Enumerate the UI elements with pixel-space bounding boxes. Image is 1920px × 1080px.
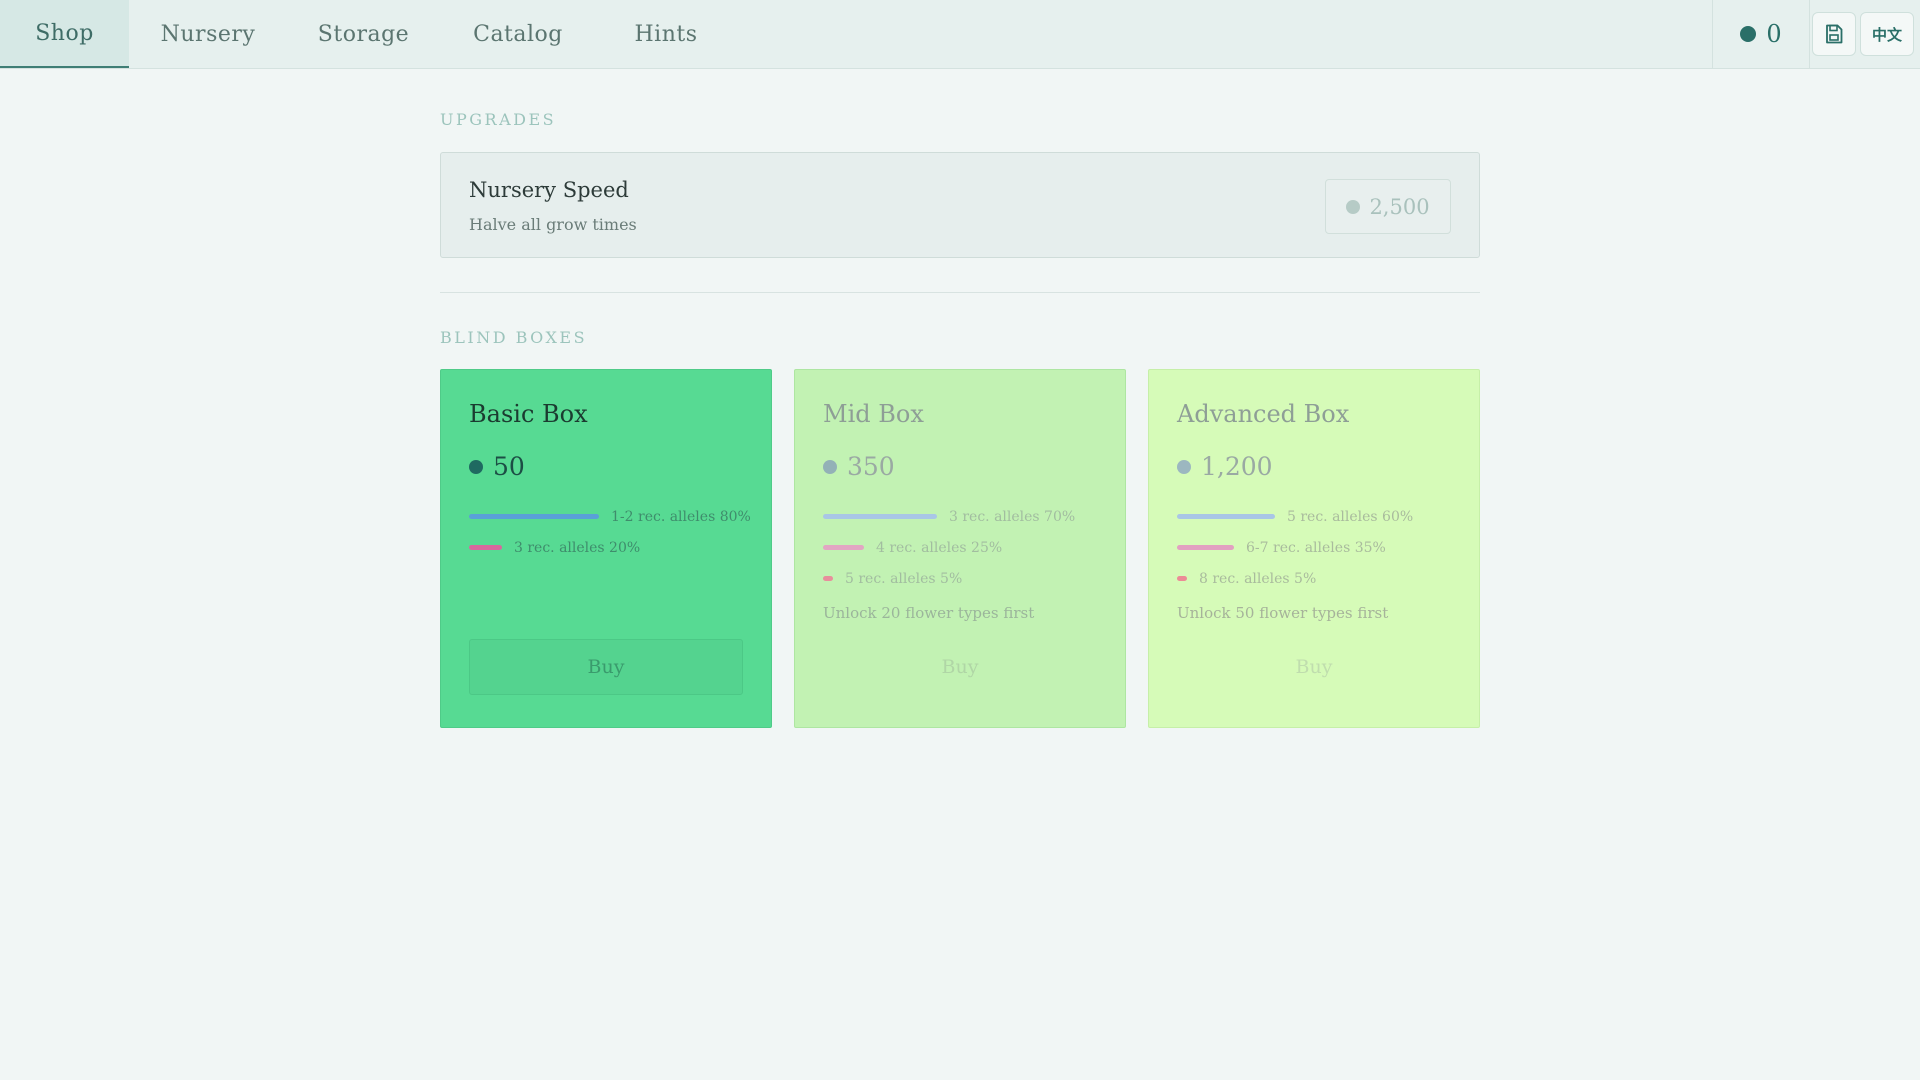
- unlock-requirement: Unlock 50 flower types first: [1177, 604, 1389, 622]
- blind-box-advanced: Advanced Box 1,200 5 rec. alleles 60% 6-…: [1148, 369, 1480, 728]
- upgrade-buy-button[interactable]: 2,500: [1325, 179, 1451, 234]
- odds-list: 3 rec. alleles 70% 4 rec. alleles 25% 5 …: [823, 501, 1113, 594]
- odds-bar: [823, 514, 937, 519]
- box-price: 50: [469, 452, 525, 481]
- top-nav-bar: Shop Nursery Storage Catalog Hints 0 中文: [0, 0, 1920, 69]
- coin-balance: 0: [1712, 0, 1810, 68]
- coin-count: 0: [1766, 20, 1782, 48]
- odds-bar: [469, 514, 599, 519]
- odds-label: 8 rec. alleles 5%: [1199, 570, 1317, 587]
- coin-icon: [1346, 199, 1361, 214]
- box-price: 1,200: [1177, 452, 1273, 481]
- odds-label: 1-2 rec. alleles 80%: [611, 508, 751, 525]
- odds-label: 6-7 rec. alleles 35%: [1246, 539, 1386, 556]
- odds-row: 5 rec. alleles 5%: [823, 563, 1113, 594]
- box-title: Basic Box: [469, 400, 588, 428]
- odds-bar: [823, 545, 864, 550]
- odds-row: 8 rec. alleles 5%: [1177, 563, 1467, 594]
- header-actions: 0 中文: [1712, 0, 1920, 68]
- odds-bar: [469, 545, 502, 550]
- upgrade-description: Halve all grow times: [469, 215, 637, 234]
- coin-icon: [469, 459, 483, 474]
- upgrade-price: 2,500: [1369, 194, 1430, 219]
- coin-icon: [1740, 26, 1757, 42]
- odds-bar: [1177, 514, 1275, 519]
- odds-label: 5 rec. alleles 5%: [845, 570, 963, 587]
- save-button[interactable]: [1812, 12, 1856, 56]
- odds-label: 3 rec. alleles 70%: [949, 508, 1076, 525]
- odds-row: 3 rec. alleles 20%: [469, 532, 759, 563]
- odds-row: 4 rec. alleles 25%: [823, 532, 1113, 563]
- language-toggle-button[interactable]: 中文: [1860, 12, 1914, 56]
- odds-bar: [823, 576, 833, 581]
- tab-nursery[interactable]: Nursery: [129, 0, 287, 68]
- box-price-value: 1,200: [1201, 452, 1273, 481]
- tab-list: Shop Nursery Storage Catalog Hints: [0, 0, 736, 68]
- odds-list: 1-2 rec. alleles 80% 3 rec. alleles 20%: [469, 501, 759, 563]
- box-price-value: 350: [847, 452, 895, 481]
- box-price-value: 50: [493, 452, 525, 481]
- tab-shop[interactable]: Shop: [0, 0, 129, 68]
- buy-advanced-box-button[interactable]: Buy: [1177, 639, 1451, 695]
- buy-mid-box-button[interactable]: Buy: [823, 639, 1097, 695]
- tab-hints[interactable]: Hints: [596, 0, 736, 68]
- odds-row: 3 rec. alleles 70%: [823, 501, 1113, 532]
- box-title: Advanced Box: [1177, 400, 1350, 428]
- save-icon: [1826, 24, 1843, 44]
- box-price: 350: [823, 452, 895, 481]
- buy-basic-box-button[interactable]: Buy: [469, 639, 743, 695]
- coin-icon: [823, 459, 837, 474]
- tab-catalog[interactable]: Catalog: [440, 0, 596, 68]
- odds-row: 6-7 rec. alleles 35%: [1177, 532, 1467, 563]
- odds-bar: [1177, 576, 1187, 581]
- odds-row: 1-2 rec. alleles 80%: [469, 501, 759, 532]
- odds-label: 5 rec. alleles 60%: [1287, 508, 1414, 525]
- coin-icon: [1177, 459, 1191, 474]
- unlock-requirement: Unlock 20 flower types first: [823, 604, 1035, 622]
- odds-bar: [1177, 545, 1234, 550]
- odds-list: 5 rec. alleles 60% 6-7 rec. alleles 35% …: [1177, 501, 1467, 594]
- odds-row: 5 rec. alleles 60%: [1177, 501, 1467, 532]
- section-divider: [440, 292, 1480, 293]
- odds-label: 4 rec. alleles 25%: [876, 539, 1003, 556]
- odds-label: 3 rec. alleles 20%: [514, 539, 641, 556]
- box-title: Mid Box: [823, 400, 924, 428]
- tab-storage[interactable]: Storage: [287, 0, 440, 68]
- upgrade-title: Nursery Speed: [469, 178, 629, 202]
- upgrade-card-nursery-speed: Nursery Speed Halve all grow times 2,500: [440, 152, 1480, 258]
- blind-boxes-section-label: BLIND BOXES: [440, 328, 588, 347]
- blind-box-mid: Mid Box 350 3 rec. alleles 70% 4 rec. al…: [794, 369, 1126, 728]
- upgrades-section-label: UPGRADES: [440, 110, 557, 129]
- blind-box-basic: Basic Box 50 1-2 rec. alleles 80% 3 rec.…: [440, 369, 772, 728]
